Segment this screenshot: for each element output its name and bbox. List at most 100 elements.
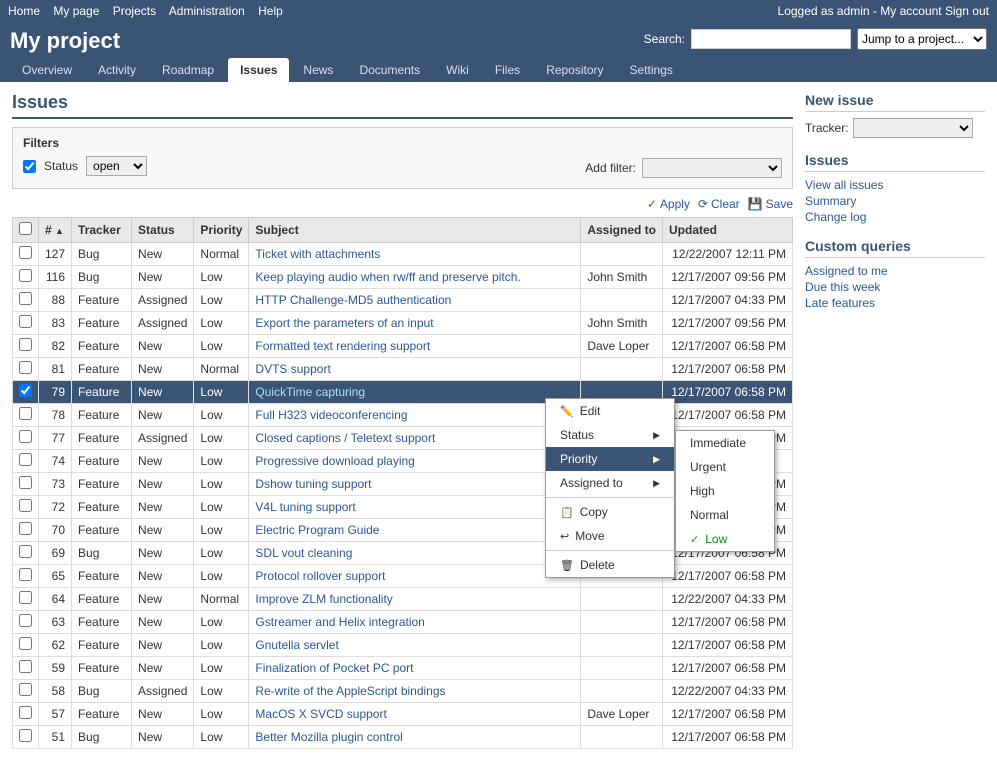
tab-repository[interactable]: Repository <box>534 58 615 82</box>
tab-roadmap[interactable]: Roadmap <box>150 58 226 82</box>
apply-button[interactable]: ✓ Apply <box>647 197 690 211</box>
issue-link[interactable]: DVTS support <box>255 362 330 376</box>
tab-overview[interactable]: Overview <box>10 58 84 82</box>
table-row: 63 Feature New Low Gstreamer and Helix i… <box>13 611 793 634</box>
tab-news[interactable]: News <box>291 58 345 82</box>
row-checkbox[interactable] <box>19 476 32 489</box>
issue-link[interactable]: Full H323 videoconferencing <box>255 408 407 422</box>
issue-link[interactable]: Keep playing audio when rw/ff and preser… <box>255 270 520 284</box>
col-tracker-header[interactable]: Tracker <box>72 218 132 243</box>
row-checkbox[interactable] <box>19 545 32 558</box>
row-checkbox[interactable] <box>19 683 32 696</box>
col-updated-header[interactable]: Updated <box>663 218 793 243</box>
issue-link[interactable]: Protocol rollover support <box>255 569 385 583</box>
row-checkbox[interactable] <box>19 499 32 512</box>
issue-link[interactable]: Export the parameters of an input <box>255 316 433 330</box>
row-checkbox[interactable] <box>19 591 32 604</box>
col-assigned-header[interactable]: Assigned to <box>581 218 663 243</box>
nav-home[interactable]: Home <box>8 4 40 18</box>
row-checkbox[interactable] <box>19 637 32 650</box>
issue-link[interactable]: Formatted text rendering support <box>255 339 430 353</box>
tab-issues[interactable]: Issues <box>228 58 289 82</box>
issue-link[interactable]: Finalization of Pocket PC port <box>255 661 413 675</box>
priority-low[interactable]: ✓ Low <box>676 527 774 551</box>
row-checkbox[interactable] <box>19 706 32 719</box>
issue-link[interactable]: Progressive download playing <box>255 454 414 468</box>
nav-mypage[interactable]: My page <box>53 4 99 18</box>
context-menu-copy[interactable]: 📋 Copy <box>546 500 674 524</box>
issue-link[interactable]: Electric Program Guide <box>255 523 379 537</box>
row-checkbox[interactable] <box>19 269 32 282</box>
nav-administration[interactable]: Administration <box>169 4 245 18</box>
status-filter-checkbox[interactable] <box>23 160 36 173</box>
late-features-link[interactable]: Late features <box>805 296 985 310</box>
issue-link[interactable]: Ticket with attachments <box>255 247 380 261</box>
col-id-header[interactable]: # ▲ <box>39 218 72 243</box>
search-input[interactable] <box>691 29 851 49</box>
tab-files[interactable]: Files <box>483 58 532 82</box>
row-status: New <box>132 381 194 404</box>
tab-documents[interactable]: Documents <box>347 58 432 82</box>
issue-link[interactable]: Closed captions / Teletext support <box>255 431 435 445</box>
row-priority: Low <box>194 289 249 312</box>
summary-link[interactable]: Summary <box>805 194 985 208</box>
row-checkbox[interactable] <box>19 614 32 627</box>
row-checkbox[interactable] <box>19 338 32 351</box>
row-checkbox[interactable] <box>19 292 32 305</box>
priority-immediate[interactable]: Immediate <box>676 431 774 455</box>
change-log-link[interactable]: Change log <box>805 210 985 224</box>
row-checkbox[interactable] <box>19 568 32 581</box>
row-checkbox[interactable] <box>19 315 32 328</box>
priority-high[interactable]: High <box>676 479 774 503</box>
view-all-issues-link[interactable]: View all issues <box>805 178 985 192</box>
issue-link[interactable]: QuickTime capturing <box>255 385 365 399</box>
tab-wiki[interactable]: Wiki <box>434 58 481 82</box>
tab-settings[interactable]: Settings <box>618 58 685 82</box>
context-menu-priority[interactable]: Priority ▶ <box>546 447 674 471</box>
priority-urgent[interactable]: Urgent <box>676 455 774 479</box>
nav-help[interactable]: Help <box>258 4 283 18</box>
context-menu-delete[interactable]: 🗑 Delete <box>546 553 674 577</box>
custom-query-links: Assigned to me Due this week Late featur… <box>805 264 985 310</box>
row-checkbox[interactable] <box>19 453 32 466</box>
tab-activity[interactable]: Activity <box>86 58 148 82</box>
col-priority-header[interactable]: Priority <box>194 218 249 243</box>
issue-link[interactable]: V4L tuning support <box>255 500 355 514</box>
issue-link[interactable]: Re-write of the AppleScript bindings <box>255 684 445 698</box>
issue-link[interactable]: Better Mozilla plugin control <box>255 730 402 744</box>
issue-link[interactable]: Improve ZLM functionality <box>255 592 392 606</box>
issue-link[interactable]: Dshow tuning support <box>255 477 371 491</box>
row-checkbox[interactable] <box>19 384 32 397</box>
context-menu-status[interactable]: Status ▶ <box>546 423 674 447</box>
issue-link[interactable]: Gstreamer and Helix integration <box>255 615 424 629</box>
col-status-header[interactable]: Status <box>132 218 194 243</box>
issue-link[interactable]: HTTP Challenge-MD5 authentication <box>255 293 451 307</box>
assigned-to-me-link[interactable]: Assigned to me <box>805 264 985 278</box>
add-filter-select[interactable] <box>642 158 782 178</box>
context-menu-assigned[interactable]: Assigned to ▶ <box>546 471 674 495</box>
nav-projects[interactable]: Projects <box>113 4 156 18</box>
row-checkbox[interactable] <box>19 246 32 259</box>
status-filter-select[interactable]: open closed any <box>86 156 147 176</box>
row-tracker: Feature <box>72 473 132 496</box>
row-tracker: Bug <box>72 542 132 565</box>
clear-button[interactable]: ⟳ Clear <box>698 197 740 211</box>
tracker-select[interactable]: Bug Feature Support <box>853 118 973 138</box>
context-menu-edit[interactable]: ✏️ Edit <box>546 399 674 423</box>
row-subject: Progressive download playing <box>249 450 581 473</box>
row-checkbox[interactable] <box>19 407 32 420</box>
row-checkbox[interactable] <box>19 430 32 443</box>
save-button[interactable]: 💾 Save <box>748 197 793 211</box>
jump-to-project-select[interactable]: Jump to a project... <box>857 28 987 50</box>
select-all-checkbox[interactable] <box>19 222 32 235</box>
issue-link[interactable]: SDL vout cleaning <box>255 546 352 560</box>
row-checkbox[interactable] <box>19 522 32 535</box>
row-checkbox[interactable] <box>19 660 32 673</box>
col-subject-header[interactable]: Subject <box>249 218 581 243</box>
priority-normal[interactable]: Normal <box>676 503 774 527</box>
row-checkbox[interactable] <box>19 361 32 374</box>
issue-link[interactable]: MacOS X SVCD support <box>255 707 386 721</box>
row-checkbox[interactable] <box>19 729 32 742</box>
due-this-week-link[interactable]: Due this week <box>805 280 985 294</box>
context-menu-move[interactable]: ↩ Move <box>546 524 674 548</box>
